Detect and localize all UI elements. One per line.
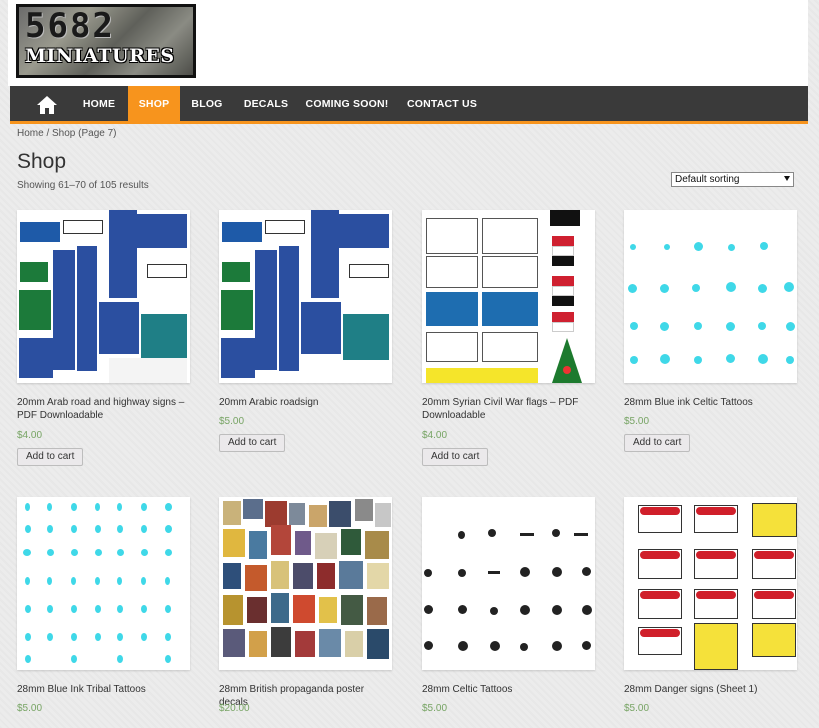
product-thumbnail[interactable] [219,497,392,670]
chevron-down-icon [784,176,790,181]
home-icon[interactable] [36,95,58,115]
product-thumbnail[interactable] [624,210,797,383]
breadcrumb[interactable]: Home / Shop (Page 7) [17,128,117,139]
product-thumbnail[interactable] [624,497,797,670]
add-to-cart-button[interactable]: Add to cart [219,434,286,452]
logo-word: MINIATURES [25,45,175,67]
product-price: $5.00 [624,416,650,427]
add-to-cart-button[interactable]: Add to cart [17,448,84,466]
nav-item-coming-soon[interactable]: COMING SOON! [304,86,390,121]
product-thumbnail[interactable] [17,210,190,383]
product-title[interactable]: 20mm Arab road and highway signs – PDF D… [17,396,190,422]
site-logo[interactable]: 5682 MINIATURES [16,4,196,78]
site-header: 5682 MINIATURES [8,0,808,86]
product-title[interactable]: 20mm Arabic roadsign [219,396,392,409]
nav-item-home[interactable]: HOME [74,86,124,121]
product-title[interactable]: 28mm Danger signs (Sheet 1) [624,683,797,696]
product-price: $5.00 [219,416,245,427]
logo-number: 5682 [25,6,115,46]
product-price: $5.00 [624,703,650,714]
triangle-flag-icon [552,338,582,383]
sort-selected-label: Default sorting [675,174,740,185]
add-to-cart-button[interactable]: Add to cart [422,448,489,466]
sort-select[interactable]: Default sorting [671,172,794,187]
page-title: Shop [17,150,67,173]
nav-item-blog[interactable]: BLOG [186,86,228,121]
product-price: $4.00 [422,430,448,441]
product-title[interactable]: 28mm Celtic Tattoos [422,683,595,696]
product-price: $20.00 [219,703,250,714]
product-title[interactable]: 28mm Blue ink Celtic Tattoos [624,396,797,409]
product-title[interactable]: 28mm Blue Ink Tribal Tattoos [17,683,190,696]
product-price: $5.00 [422,703,448,714]
product-price: $4.00 [17,430,43,441]
nav-item-decals[interactable]: DECALS [238,86,294,121]
product-thumbnail[interactable] [17,497,190,670]
product-title[interactable]: 20mm Syrian Civil War flags – PDF Downlo… [422,396,595,422]
nav-item-shop[interactable]: SHOP [128,86,180,121]
nav-item-contact-us[interactable]: CONTACT US [402,86,482,121]
product-price: $5.00 [17,703,43,714]
results-count: Showing 61–70 of 105 results [17,180,149,191]
add-to-cart-button[interactable]: Add to cart [624,434,691,452]
product-thumbnail[interactable] [422,497,595,670]
product-thumbnail[interactable] [422,210,595,383]
main-nav: HOME SHOP BLOG DECALS COMING SOON! CONTA… [10,86,808,124]
product-thumbnail[interactable] [219,210,392,383]
